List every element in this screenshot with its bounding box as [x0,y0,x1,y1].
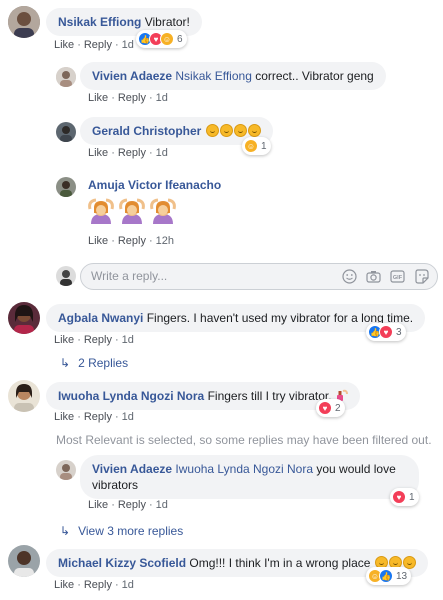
love-reaction-icon: ♥ [318,401,332,415]
reply-arrow-icon: ↳ [60,356,71,370]
reaction-count: 2 [335,402,341,414]
reply-link[interactable]: Reply [84,39,112,51]
comment-actions: Like · Reply · 12h [88,235,175,247]
comment-author[interactable]: Vivien Adaeze [92,462,172,476]
comment-actions: Like · Reply · 1d [54,39,134,51]
woman-gesturing-ok-emoji [150,197,176,225]
mention-link[interactable]: Iwuoha Lynda Ngozi Nora [175,462,313,476]
comment-bubble: Vivien Adaeze Iwuoha Lynda Ngozi Nora yo… [80,455,419,499]
timestamp[interactable]: 12h [156,235,174,247]
reactions-summary[interactable]: 👍 ♥ 3 [366,323,406,341]
reactions-summary[interactable]: ♥ 1 [390,488,419,506]
reaction-count: 6 [177,33,183,45]
avatar[interactable] [8,6,40,38]
timestamp[interactable]: 1d [156,499,168,511]
reactions-summary[interactable]: ☺ 1 [242,137,271,155]
mention-link[interactable]: Nsikak Effiong [175,69,251,83]
like-reaction-icon: 👍 [379,569,393,583]
woman-gesturing-ok-emoji [88,197,114,225]
comment-text: Vibrator! [144,15,190,29]
avatar[interactable] [56,122,76,142]
timestamp[interactable]: 1d [122,39,134,51]
timestamp[interactable]: 1d [122,334,134,346]
reply-arrow-icon: ↳ [60,524,71,538]
woman-gesturing-ok-emoji [119,197,145,225]
reactions-summary[interactable]: ☺ 👍 13 [366,567,412,585]
comment-author[interactable]: Amuja Victor Ifeanacho [88,178,221,192]
avatar[interactable] [8,380,40,412]
comment-actions: Like · Reply · 1d [88,92,168,104]
like-link[interactable]: Like [88,92,108,104]
comment-author[interactable]: Agbala Nwanyi [58,311,143,325]
comment-author[interactable]: Michael Kizzy Scofield [58,556,186,570]
rolling-eyes-emoji [205,124,261,138]
like-link[interactable]: Like [88,147,108,159]
like-link[interactable]: Like [54,411,74,423]
composer-icons: GIF [342,269,429,284]
avatar[interactable] [8,545,40,577]
reactions-summary[interactable]: 👍 ♥ ☺ 6 [136,30,187,48]
avatar[interactable] [56,460,76,480]
reactions-summary[interactable]: ♥ 2 [316,399,345,417]
view-replies-link[interactable]: ↳ 2 Replies [60,356,128,370]
comment-actions: Like · Reply · 1d [88,147,168,159]
comment-actions: Like · Reply · 1d [54,579,134,591]
filter-notice: Most Relevant is selected, so some repli… [56,433,432,447]
reply-link[interactable]: Reply [84,579,112,591]
avatar[interactable] [8,302,40,334]
view-more-replies-link[interactable]: ↳ View 3 more replies [60,524,183,538]
like-link[interactable]: Like [54,579,74,591]
reply-composer[interactable]: GIF [80,263,438,290]
camera-icon[interactable] [366,269,381,284]
timestamp[interactable]: 1d [122,579,134,591]
comment-author[interactable]: Iwuoha Lynda Ngozi Nora [58,389,204,403]
love-reaction-icon: ♥ [392,490,406,504]
comment-text-continued: vibrators [92,478,139,492]
reaction-count: 13 [396,570,408,582]
emoji-icon[interactable] [342,269,357,284]
comment-text: Fingers till I try vibrator. [204,389,332,403]
haha-reaction-icon: ☺ [160,32,174,46]
comment-text: Omg!!! I think I'm in a wrong place [186,556,371,570]
comment-text: you would love [313,462,396,476]
comment-author[interactable]: Gerald Christopher [92,124,201,138]
comment-author[interactable]: Nsikak Effiong [58,15,141,29]
comment-text: correct.. Vibrator geng [251,69,374,83]
reaction-count: 1 [409,491,415,503]
love-reaction-icon: ♥ [379,325,393,339]
sticker-emojis [88,197,176,225]
timestamp[interactable]: 1d [156,147,168,159]
reaction-count: 3 [396,326,402,338]
svg-text:GIF: GIF [393,275,403,281]
comment-actions: Like · Reply · 1d [88,499,168,511]
like-link[interactable]: Like [54,39,74,51]
timestamp[interactable]: 1d [122,411,134,423]
like-link[interactable]: Like [88,499,108,511]
comment-bubble: Vivien Adaeze Nsikak Effiong correct.. V… [80,62,386,90]
avatar[interactable] [56,67,76,87]
comment-bubble: Iwuoha Lynda Ngozi Nora Fingers till I t… [46,382,360,410]
like-link[interactable]: Like [88,235,108,247]
reply-link[interactable]: Reply [118,235,146,247]
reply-link[interactable]: Reply [84,334,112,346]
haha-reaction-icon: ☺ [244,139,258,153]
comment-header: Amuja Victor Ifeanacho [88,178,221,192]
gif-icon[interactable]: GIF [390,269,405,284]
reaction-count: 1 [261,140,267,152]
sticker-icon[interactable] [414,269,429,284]
reply-link[interactable]: Reply [118,499,146,511]
comment-actions: Like · Reply · 1d [54,334,134,346]
reply-link[interactable]: Reply [118,92,146,104]
like-link[interactable]: Like [54,334,74,346]
comment-author[interactable]: Vivien Adaeze [92,69,172,83]
reply-link[interactable]: Reply [118,147,146,159]
current-user-avatar [56,266,76,286]
comment-actions: Like · Reply · 1d [54,411,134,423]
avatar[interactable] [56,177,76,197]
reply-input[interactable] [91,269,321,283]
timestamp[interactable]: 1d [156,92,168,104]
reply-link[interactable]: Reply [84,411,112,423]
